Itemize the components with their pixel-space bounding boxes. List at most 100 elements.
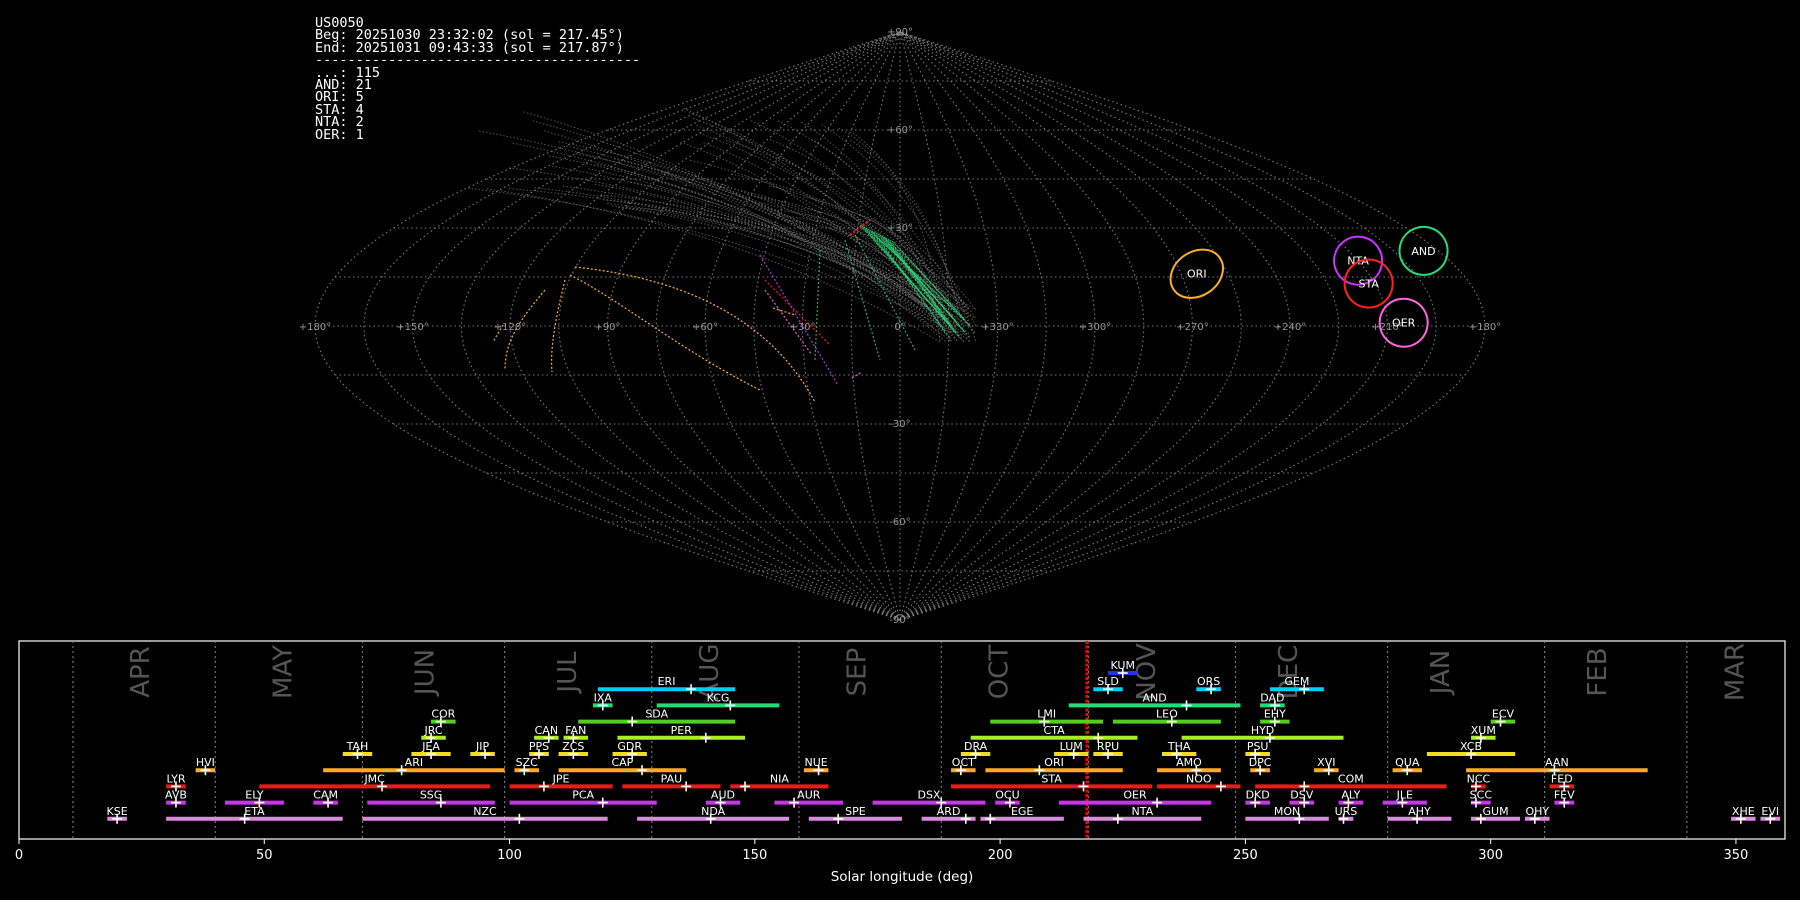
shower-label: JPE — [552, 772, 570, 785]
shower-label: OER — [1123, 789, 1147, 802]
month-label: JUN — [411, 649, 441, 697]
shower-label: MON — [1274, 805, 1300, 818]
meteor-trail — [772, 307, 796, 316]
shower-label: NTA — [1132, 805, 1154, 818]
shower-label: PAU — [661, 772, 683, 785]
shower-label: ARI — [405, 756, 423, 769]
meteor-trail — [703, 142, 959, 343]
month-label: FEB — [1583, 647, 1613, 696]
meridian-line — [850, 31, 901, 621]
shower-label: RPU — [1097, 740, 1119, 753]
month-label: JAN — [1426, 650, 1456, 696]
shower-label: COM — [1338, 772, 1364, 785]
sky-lat-tick: -90° — [889, 615, 910, 626]
shower-label: THA — [1167, 740, 1191, 753]
shower-label: PPS — [529, 740, 549, 753]
sky-lon-tick: +120° — [494, 322, 526, 333]
shower-label: ECV — [1492, 708, 1515, 721]
x-tick-label: 300 — [1478, 848, 1503, 863]
shower-label: AVB — [165, 789, 187, 802]
shower-label: SPE — [845, 805, 866, 818]
radiant-label: ORI — [1187, 268, 1207, 281]
sky-lon-tick: +150° — [396, 322, 428, 333]
shower-label: HYD — [1251, 724, 1274, 737]
shower-label: KUM — [1111, 659, 1135, 672]
shower-label: NZC — [473, 805, 497, 818]
meteor-trail — [838, 127, 959, 311]
shower-label: OCU — [995, 789, 1019, 802]
radiant-label: OER — [1392, 317, 1416, 330]
shower-label: SDA — [645, 708, 668, 721]
radiants: ORINTASTAANDOER — [1169, 225, 1449, 348]
shower-label: JLE — [1396, 789, 1413, 802]
x-tick-label: 100 — [497, 848, 522, 863]
sky-lat-tick: +60° — [887, 125, 913, 136]
shower-label: JIP — [475, 740, 489, 753]
shower-label: QUA — [1395, 756, 1420, 769]
meteor-trail — [611, 205, 971, 335]
shower-label: SCC — [1470, 789, 1493, 802]
shower-label: CAM — [313, 789, 338, 802]
shower-label: CAP — [611, 756, 633, 769]
sky-lon-tick: +180° — [1469, 322, 1501, 333]
shower-label: DRA — [964, 740, 988, 753]
shower-label: ETA — [244, 805, 265, 818]
shower-label: PCA — [572, 789, 594, 802]
meteor-trail — [759, 254, 839, 386]
shower-label: EHY — [1264, 708, 1286, 721]
sky-map: +180° +150° +120° +90° +60° +30° 0° +330° +300° +… — [299, 27, 1501, 626]
shower-label: FED — [1551, 772, 1573, 785]
shower-label: SSG — [420, 789, 443, 802]
shower-label: HVI — [196, 756, 215, 769]
shower-label: LYR — [166, 772, 185, 785]
sky-lat-tick: -30° — [889, 419, 910, 430]
meteor-trail — [468, 187, 959, 335]
shower-label: ERI — [658, 675, 676, 688]
shower-label: SZC — [516, 756, 539, 769]
shower-label: GDR — [617, 740, 642, 753]
x-tick-label: 0 — [15, 848, 23, 863]
shower-label: DPC — [1249, 756, 1272, 769]
radiant-label: AND — [1411, 245, 1435, 258]
shower-label: DSV — [1290, 789, 1313, 802]
shower-label: JEA — [421, 740, 440, 753]
sky-lon-tick: +180° — [299, 322, 331, 333]
shower-timeline-chart: APR MAY JUN JUL AUG SEP OCT NOV DEC JAN FEB MARKUME… — [15, 640, 1786, 885]
shower-label: FAN — [565, 724, 586, 737]
shower-label: KCG — [707, 691, 730, 704]
shower-label: AND — [1143, 691, 1167, 704]
meteor-trail — [814, 249, 821, 361]
shower-label: DSX — [917, 789, 940, 802]
x-axis-label: Solar longitude (deg) — [831, 869, 974, 885]
shower-label: TAH — [346, 740, 369, 753]
shower-label: OCT — [952, 756, 975, 769]
meridian-line — [411, 31, 901, 621]
sky-lon-tick: 0° — [894, 322, 905, 333]
shower-label: GUM — [1483, 805, 1509, 818]
shower-label: IXA — [594, 691, 613, 704]
radiant-label: STA — [1358, 278, 1379, 291]
shower-label: FEV — [1554, 789, 1575, 802]
shower-label: DKD — [1246, 789, 1270, 802]
shower-label: XCB — [1460, 740, 1482, 753]
shower-label: COR — [431, 708, 455, 721]
month-label: JUL — [553, 651, 583, 695]
sky-lat-tick: +90° — [887, 27, 913, 38]
shower-label: AHY — [1408, 805, 1431, 818]
sky-lon-tick: +240° — [1274, 322, 1306, 333]
shower-label: AUR — [797, 789, 821, 802]
shower-label: JRC — [424, 724, 443, 737]
shower-label: SLD — [1097, 675, 1119, 688]
meteor-trail — [731, 173, 971, 311]
sky-lon-tick: +30° — [789, 322, 815, 333]
month-label: OCT — [985, 645, 1015, 700]
shower-label: XUM — [1471, 724, 1496, 737]
meteor-trail — [696, 124, 953, 327]
meteor-trail — [479, 130, 959, 311]
shower-label: NUE — [805, 756, 828, 769]
meteor-trail — [512, 142, 941, 319]
month-label: SEP — [842, 648, 872, 697]
shower-label: NDA — [701, 805, 726, 818]
shower-label: AUD — [711, 789, 735, 802]
shower-label: DAD — [1260, 691, 1284, 704]
